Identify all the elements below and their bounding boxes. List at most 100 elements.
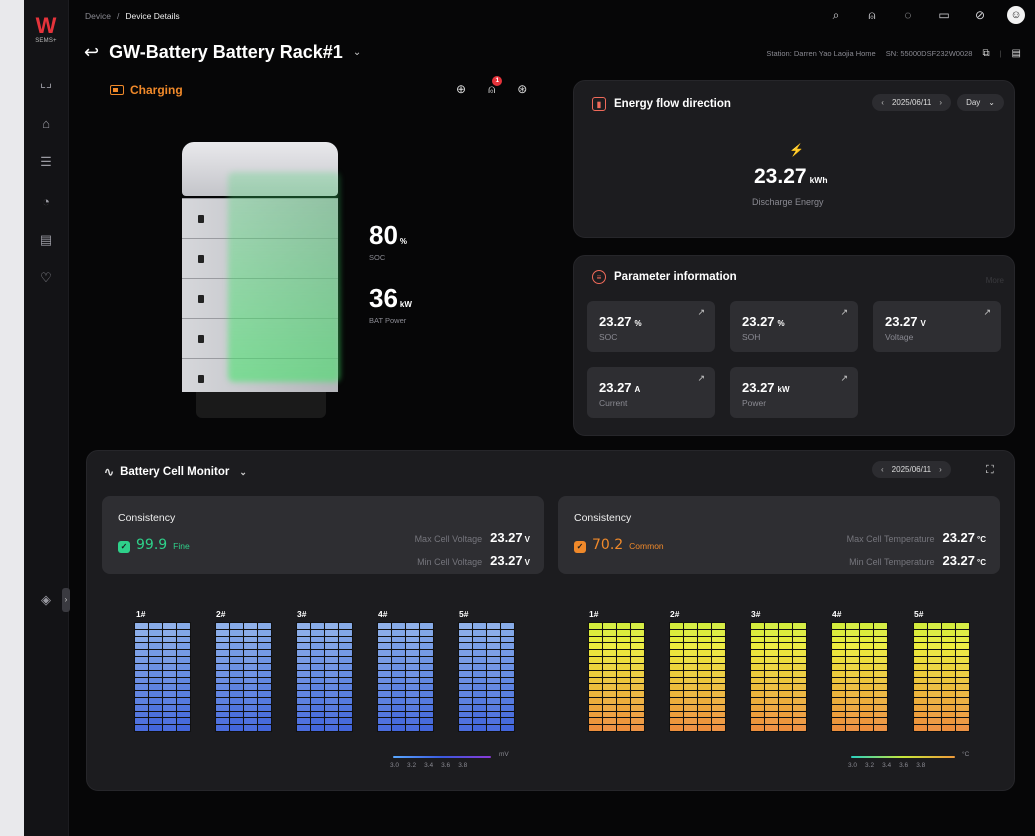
- battery-cell[interactable]: [473, 711, 486, 718]
- battery-cell[interactable]: [779, 629, 792, 636]
- battery-cell[interactable]: [942, 663, 955, 670]
- battery-cell[interactable]: [149, 643, 162, 650]
- battery-cell[interactable]: [177, 684, 190, 691]
- battery-cell[interactable]: [698, 643, 711, 650]
- battery-cell[interactable]: [751, 650, 764, 657]
- battery-cell[interactable]: [698, 697, 711, 704]
- battery-cell[interactable]: [874, 711, 887, 718]
- battery-cell[interactable]: [860, 725, 873, 731]
- battery-cell[interactable]: [473, 697, 486, 704]
- battery-cell[interactable]: [244, 657, 257, 663]
- battery-cell[interactable]: [793, 657, 806, 663]
- battery-cell[interactable]: [501, 718, 514, 725]
- battery-cell[interactable]: [914, 684, 927, 691]
- battery-cell[interactable]: [942, 670, 955, 677]
- battery-cell[interactable]: [339, 677, 352, 684]
- battery-cell[interactable]: [297, 643, 310, 650]
- battery-cell[interactable]: [378, 670, 391, 677]
- battery-cell[interactable]: [258, 623, 271, 629]
- brand-logo[interactable]: W SEMS+: [33, 15, 59, 45]
- battery-cell[interactable]: [793, 650, 806, 657]
- battery-cell[interactable]: [216, 704, 229, 711]
- battery-cell[interactable]: [297, 684, 310, 691]
- battery-cell[interactable]: [603, 650, 616, 657]
- battery-cell[interactable]: [459, 691, 472, 697]
- next-date-icon[interactable]: ›: [939, 465, 942, 474]
- battery-cell[interactable]: [420, 697, 433, 704]
- battery-cell[interactable]: [135, 657, 148, 663]
- battery-cell[interactable]: [135, 725, 148, 731]
- battery-cell[interactable]: [230, 711, 243, 718]
- battery-cell[interactable]: [617, 657, 630, 663]
- battery-cell[interactable]: [698, 670, 711, 677]
- battery-cell[interactable]: [230, 657, 243, 663]
- battery-cell[interactable]: [942, 725, 955, 731]
- battery-cell[interactable]: [617, 629, 630, 636]
- battery-cell[interactable]: [874, 684, 887, 691]
- battery-cell[interactable]: [487, 718, 500, 725]
- battery-cell[interactable]: [420, 691, 433, 697]
- battery-cell[interactable]: [378, 677, 391, 684]
- battery-cell[interactable]: [473, 684, 486, 691]
- battery-cell[interactable]: [244, 691, 257, 697]
- battery-cell[interactable]: [942, 629, 955, 636]
- battery-cell[interactable]: [942, 697, 955, 704]
- battery-cell[interactable]: [473, 725, 486, 731]
- battery-cell[interactable]: [832, 663, 845, 670]
- battery-cell[interactable]: [874, 670, 887, 677]
- battery-cell[interactable]: [244, 725, 257, 731]
- battery-cell[interactable]: [459, 629, 472, 636]
- battery-cell[interactable]: [258, 663, 271, 670]
- breadcrumb-root[interactable]: Device: [85, 11, 111, 21]
- battery-cell[interactable]: [670, 718, 683, 725]
- battery-cell[interactable]: [244, 643, 257, 650]
- battery-cell[interactable]: [177, 623, 190, 629]
- battery-cell[interactable]: [406, 670, 419, 677]
- battery-cell[interactable]: [473, 657, 486, 663]
- battery-cell[interactable]: [297, 677, 310, 684]
- battery-cell[interactable]: [297, 636, 310, 643]
- battery-cell[interactable]: [487, 643, 500, 650]
- battery-cell[interactable]: [487, 677, 500, 684]
- battery-cell[interactable]: [765, 643, 778, 650]
- battery-cell[interactable]: [712, 629, 725, 636]
- battery-cell[interactable]: [874, 725, 887, 731]
- battery-cell[interactable]: [487, 725, 500, 731]
- battery-cell[interactable]: [297, 663, 310, 670]
- battery-cell[interactable]: [684, 711, 697, 718]
- battery-cell[interactable]: [135, 677, 148, 684]
- battery-cell[interactable]: [420, 663, 433, 670]
- battery-cell[interactable]: [297, 691, 310, 697]
- battery-cell[interactable]: [956, 677, 969, 684]
- battery-cell[interactable]: [501, 629, 514, 636]
- battery-cell[interactable]: [216, 684, 229, 691]
- battery-cell[interactable]: [860, 650, 873, 657]
- battery-cell[interactable]: [339, 636, 352, 643]
- battery-cell[interactable]: [406, 677, 419, 684]
- battery-cell[interactable]: [617, 663, 630, 670]
- battery-cell[interactable]: [860, 663, 873, 670]
- battery-cell[interactable]: [501, 643, 514, 650]
- battery-cell[interactable]: [712, 643, 725, 650]
- battery-cell[interactable]: [956, 650, 969, 657]
- battery-cell[interactable]: [751, 718, 764, 725]
- battery-cell[interactable]: [473, 718, 486, 725]
- battery-cell[interactable]: [149, 697, 162, 704]
- battery-cell[interactable]: [956, 643, 969, 650]
- battery-cell[interactable]: [698, 629, 711, 636]
- battery-cell[interactable]: [297, 718, 310, 725]
- monitor-date-pill[interactable]: ‹ 2025/06/11 ›: [872, 461, 951, 478]
- battery-cell[interactable]: [230, 718, 243, 725]
- trend-arrow-icon[interactable]: ↗: [983, 307, 991, 318]
- trend-arrow-icon[interactable]: ↗: [840, 373, 848, 384]
- battery-cell[interactable]: [832, 677, 845, 684]
- battery-cell[interactable]: [325, 636, 338, 643]
- battery-cell[interactable]: [603, 697, 616, 704]
- battery-cell[interactable]: [779, 718, 792, 725]
- battery-cell[interactable]: [874, 718, 887, 725]
- battery-cell[interactable]: [163, 643, 176, 650]
- battery-cell[interactable]: [765, 725, 778, 731]
- battery-cell[interactable]: [420, 629, 433, 636]
- battery-cell[interactable]: [712, 704, 725, 711]
- battery-cell[interactable]: [244, 650, 257, 657]
